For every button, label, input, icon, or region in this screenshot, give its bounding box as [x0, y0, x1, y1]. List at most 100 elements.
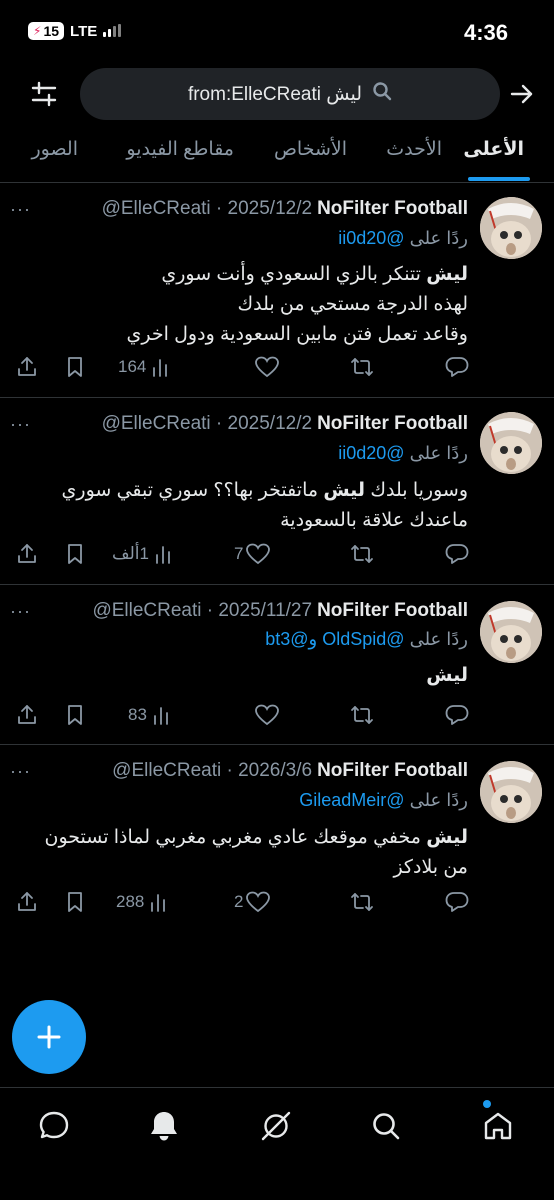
tweet-header: NoFilter Football @ElleCReati · 2025/11/…: [10, 597, 468, 625]
author-handle-date: @ElleCReati · 2026/3/6: [112, 760, 313, 781]
tweet-text: ليش تتنكر بالزي السعودي وأنت سوري لهذه ا…: [126, 264, 468, 345]
tweet-text: ليش مخفي موقعك عادي مغربي مغربي لماذا تس…: [44, 827, 468, 878]
search-term-highlight: ليش: [426, 827, 468, 848]
views-button[interactable]: 164: [118, 351, 171, 383]
reply-mention-link[interactable]: @GileadMeir: [299, 790, 404, 810]
avatar[interactable]: [480, 601, 542, 663]
heart-icon: [246, 891, 271, 913]
tab-top[interactable]: الأعلى: [463, 138, 524, 161]
bookmark-icon[interactable]: [64, 538, 86, 570]
status-indicators: ⚡ 15 LTE: [28, 22, 122, 40]
tweet-header: NoFilter Football @ElleCReati · 2025/12/…: [10, 195, 468, 223]
tab-videos[interactable]: مقاطع الفيديو: [126, 138, 234, 161]
tab-photos[interactable]: الصور: [31, 138, 78, 161]
reply-context: ردًا على @ii0d20: [338, 228, 468, 254]
more-options-icon[interactable]: ···: [10, 761, 31, 782]
search-header: from:ElleCReati ليش: [0, 66, 554, 122]
like-button[interactable]: [252, 699, 279, 731]
tweet-actions: 164: [0, 351, 554, 383]
reply-button[interactable]: [442, 699, 469, 731]
more-options-icon[interactable]: ···: [10, 601, 31, 622]
reply-button[interactable]: [442, 886, 469, 918]
retweet-icon: [351, 545, 373, 563]
share-icon[interactable]: [16, 699, 38, 731]
search-tabs: الأعلى الأحدث الأشخاص مقاطع الفيديو الصو…: [0, 128, 554, 183]
tweet-actions: 83: [0, 699, 554, 731]
search-term-highlight: ليش: [323, 480, 366, 501]
tweet-text: ليش: [10, 661, 468, 691]
cat-avatar-icon: [480, 197, 542, 259]
reply-button[interactable]: [442, 351, 469, 383]
reply-prefix: ردًا على: [409, 228, 468, 248]
search-icon: [372, 81, 392, 107]
heart-icon: [246, 543, 271, 565]
messages-icon[interactable]: [34, 1106, 74, 1146]
bookmark-icon[interactable]: [64, 351, 86, 383]
signal-bars-icon: [103, 24, 122, 37]
reply-bubble-icon: [445, 544, 469, 564]
views-button[interactable]: 1ألف: [112, 538, 174, 570]
reply-mention-link[interactable]: @ii0d20: [338, 228, 404, 248]
author-name[interactable]: NoFilter Football: [317, 413, 468, 435]
notifications-bell-icon[interactable]: [144, 1106, 184, 1146]
reply-mention-link[interactable]: @OldSpid و@bt3: [265, 629, 404, 649]
filter-sliders-icon[interactable]: [26, 76, 62, 112]
more-options-icon[interactable]: ···: [10, 199, 31, 220]
reply-mention-link[interactable]: @ii0d20: [338, 443, 404, 463]
search-term-highlight: ليش: [426, 264, 468, 285]
grok-icon[interactable]: [256, 1106, 296, 1146]
tweet-card[interactable]: NoFilter Football @ElleCReati · 2025/12/…: [0, 398, 554, 585]
more-options-icon[interactable]: ···: [10, 414, 31, 435]
reply-context: ردًا على @OldSpid و@bt3: [265, 629, 468, 655]
views-button[interactable]: 288: [116, 886, 169, 918]
search-input[interactable]: from:ElleCReati ليش: [80, 68, 500, 120]
tweet-card[interactable]: NoFilter Football @ElleCReati · 2026/3/6…: [0, 745, 554, 931]
views-count: 164: [118, 357, 147, 376]
share-icon[interactable]: [16, 351, 38, 383]
search-icon[interactable]: [366, 1106, 406, 1146]
like-button[interactable]: 7: [234, 538, 271, 570]
retweet-button[interactable]: [346, 699, 375, 731]
avatar[interactable]: [480, 197, 542, 259]
views-chart-icon: [151, 894, 166, 912]
author-handle-date: @ElleCReati · 2025/12/2: [101, 413, 313, 434]
reply-context: ردًا على @ii0d20: [338, 443, 468, 469]
retweet-icon: [351, 893, 373, 911]
cat-avatar-icon: [480, 601, 542, 663]
compose-button[interactable]: [12, 1000, 86, 1074]
heart-icon: [255, 356, 279, 378]
bookmark-icon[interactable]: [64, 886, 86, 918]
plus-icon: [37, 1025, 61, 1049]
charging-bolt-icon: ⚡: [33, 24, 42, 38]
tweet-actions: 1ألف 7: [0, 538, 554, 570]
status-bar: ⚡ 15 LTE 4:36: [0, 0, 554, 66]
active-tab-indicator: [468, 177, 530, 181]
tweet-card[interactable]: NoFilter Football @ElleCReati · 2025/12/…: [0, 183, 554, 398]
like-button[interactable]: [252, 351, 279, 383]
tweet-text: وسوريا بلدك ليش ماتفتخر بها؟؟ سوري تبقي …: [61, 480, 468, 531]
tab-latest[interactable]: الأحدث: [386, 138, 442, 161]
reply-button[interactable]: [442, 538, 469, 570]
search-query: from:ElleCReati ليش: [187, 83, 363, 105]
share-icon[interactable]: [16, 886, 38, 918]
bookmark-icon[interactable]: [64, 699, 86, 731]
author-name[interactable]: NoFilter Football: [317, 760, 468, 782]
forward-arrow-icon[interactable]: [504, 76, 540, 112]
avatar[interactable]: [480, 412, 542, 474]
like-button[interactable]: 2: [234, 886, 271, 918]
author-name[interactable]: NoFilter Football: [317, 600, 468, 622]
tab-people[interactable]: الأشخاص: [274, 138, 347, 161]
likes-count: 2: [234, 892, 244, 911]
avatar[interactable]: [480, 761, 542, 823]
retweet-button[interactable]: [346, 886, 375, 918]
battery-indicator: ⚡ 15: [28, 22, 65, 40]
retweet-button[interactable]: [346, 538, 375, 570]
reply-prefix: ردًا على: [409, 629, 468, 649]
network-type: LTE: [70, 22, 98, 40]
author-name[interactable]: NoFilter Football: [317, 198, 468, 220]
home-icon[interactable]: [478, 1106, 518, 1146]
tweet-card[interactable]: NoFilter Football @ElleCReati · 2025/11/…: [0, 585, 554, 745]
share-icon[interactable]: [16, 538, 38, 570]
retweet-button[interactable]: [346, 351, 375, 383]
views-button[interactable]: 83: [128, 699, 172, 731]
